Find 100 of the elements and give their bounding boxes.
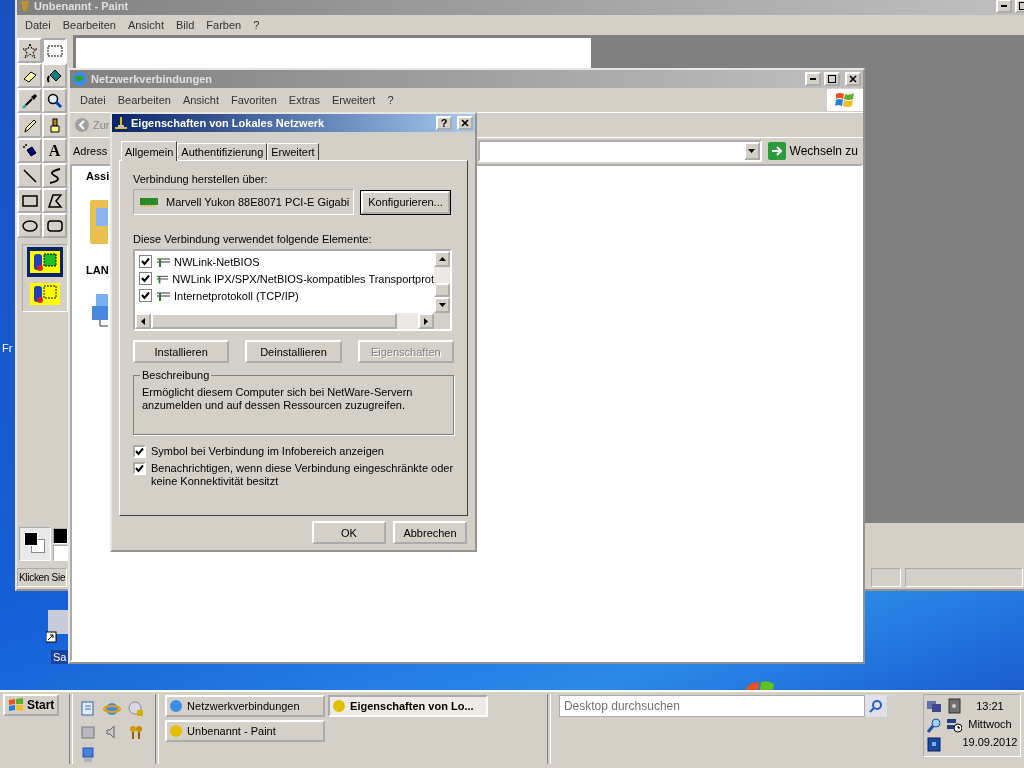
action-button[interactable]: Deinstallieren <box>245 340 342 363</box>
address-label: Adress <box>73 145 108 157</box>
clock-icon[interactable] <box>945 717 962 733</box>
status-panel <box>871 567 901 587</box>
tool-button[interactable]: A <box>42 138 67 163</box>
menu-item[interactable]: Bild <box>170 19 201 31</box>
checkbox-label[interactable]: Symbol bei Verbindung im Infobereich anzeigen <box>151 445 384 458</box>
horizontal-scrollbar[interactable] <box>135 313 450 329</box>
dropdown-button[interactable] <box>743 142 760 160</box>
app-icon <box>333 700 346 712</box>
task-button[interactable]: Eigenschaften von Lo... <box>328 695 489 717</box>
windows-flag-icon <box>8 698 24 712</box>
desktop-icon-label[interactable]: Sa <box>51 650 69 664</box>
tab[interactable]: Allgemein <box>121 141 178 161</box>
search-button[interactable] <box>864 695 887 717</box>
close-button[interactable] <box>457 116 473 130</box>
right-arrow-icon <box>424 317 428 325</box>
search-field[interactable]: Desktop durchsuchen <box>558 695 865 717</box>
tool-button[interactable] <box>42 213 67 238</box>
checkbox-label[interactable]: Benachrichtigen, wenn diese Verbindung eingeschränkte oder keine Konnektivität besitzt <box>151 462 454 488</box>
tool-button[interactable] <box>42 188 67 213</box>
desktop-label: Fr <box>2 342 13 354</box>
description-text: Ermöglicht diesem Computer sich bei NetWare-Servern anzumelden und auf dessen Ressourcen zuzugreifen. <box>142 386 414 412</box>
color-swatch[interactable] <box>53 527 68 544</box>
dialog-button[interactable]: Abbrechen <box>393 521 467 544</box>
tool-button[interactable] <box>42 63 67 88</box>
status-text: Klicken Sie <box>17 567 68 587</box>
menu-item[interactable]: ? <box>381 94 400 106</box>
minimize-icon <box>810 78 816 80</box>
polygon-icon <box>45 191 64 210</box>
maximize-icon <box>828 75 836 83</box>
menu-item[interactable]: Ansicht <box>121 19 170 31</box>
tool-button[interactable] <box>17 113 42 138</box>
checkbox[interactable] <box>139 255 152 268</box>
scrollbar-corner <box>434 313 450 329</box>
tool-button[interactable] <box>42 88 67 113</box>
menu-item[interactable]: Favoriten <box>225 94 283 106</box>
network-card-icon <box>140 197 158 207</box>
windows-logo-icon <box>745 680 775 690</box>
book-icon[interactable] <box>925 736 942 752</box>
tool-button[interactable] <box>17 213 42 238</box>
tool-option[interactable] <box>27 247 63 277</box>
shortcut-icon[interactable] <box>46 610 68 644</box>
menu-item[interactable]: Ansicht <box>176 94 225 106</box>
up-arrow-icon <box>438 257 446 261</box>
checkbox[interactable] <box>139 272 152 285</box>
app-icon <box>170 700 183 712</box>
tool-button[interactable] <box>17 63 42 88</box>
menu-item[interactable]: Extras <box>282 94 327 106</box>
component-name[interactable]: NWLink-NetBIOS <box>174 255 260 268</box>
menu-item[interactable]: Farben <box>200 19 248 31</box>
task-button[interactable]: Netzwerkverbindungen <box>165 695 326 717</box>
action-button[interactable]: Installieren <box>133 340 230 363</box>
component-name[interactable]: NWLink IPX/SPX/NetBIOS-kompatibles Transportprot <box>172 272 434 285</box>
down-arrow-icon <box>438 303 446 307</box>
tool-button[interactable] <box>17 163 42 188</box>
menu-item[interactable]: Erweitert <box>326 94 382 106</box>
server-icon[interactable] <box>945 698 962 714</box>
close-icon <box>461 119 469 127</box>
component-name[interactable]: Internetprotokoll (TCP/IP) <box>174 289 299 302</box>
task-button[interactable]: Unbenannt - Paint <box>165 720 326 742</box>
vertical-scrollbar[interactable] <box>434 251 450 313</box>
field-label: Diese Verbindung verwendet folgende Elemente: <box>133 233 373 245</box>
tab[interactable]: Erweitert <box>267 143 319 160</box>
tool-button[interactable] <box>42 163 67 188</box>
menu-item[interactable]: Bearbeiten <box>56 19 122 31</box>
tool-button[interactable] <box>17 138 42 163</box>
tool-button[interactable] <box>17 38 42 63</box>
protocol-icon <box>156 273 169 284</box>
window-title: Unbenannt - Paint <box>34 0 129 12</box>
tool-button[interactable] <box>17 188 42 213</box>
menu-item[interactable]: Datei <box>74 94 112 106</box>
tool-button[interactable] <box>17 88 42 113</box>
tab[interactable]: Authentifizierung <box>177 143 268 160</box>
menu-item[interactable]: Datei <box>19 19 57 31</box>
line-icon <box>20 166 39 185</box>
magnifier-icon[interactable] <box>925 717 942 733</box>
close-icon <box>849 75 857 83</box>
computers-icon[interactable] <box>925 698 942 714</box>
help-button[interactable]: ? <box>436 116 452 130</box>
eyedropper-icon <box>20 91 39 110</box>
paint-app-icon <box>19 0 31 12</box>
protocol-icon <box>156 290 170 301</box>
current-colors[interactable] <box>19 527 51 561</box>
tool-button[interactable] <box>42 113 67 138</box>
search-icon <box>868 699 883 713</box>
start-button[interactable]: Start <box>3 694 60 716</box>
address-field[interactable] <box>477 140 762 162</box>
color-swatch[interactable] <box>53 544 68 561</box>
dialog-button[interactable]: OK <box>312 521 386 544</box>
configure-button[interactable]: Konfigurieren... <box>361 190 450 214</box>
section-heading: LAN <box>86 264 110 276</box>
menu-item[interactable]: Bearbeiten <box>111 94 177 106</box>
go-button[interactable]: Wechseln zu <box>765 142 860 160</box>
menu-item[interactable]: ? <box>247 19 266 31</box>
network-cable-icon <box>114 116 128 130</box>
arrow-right-icon <box>767 142 786 160</box>
minimize-icon <box>1001 5 1007 7</box>
network-icon[interactable] <box>90 292 108 328</box>
checkbox[interactable] <box>139 289 152 302</box>
